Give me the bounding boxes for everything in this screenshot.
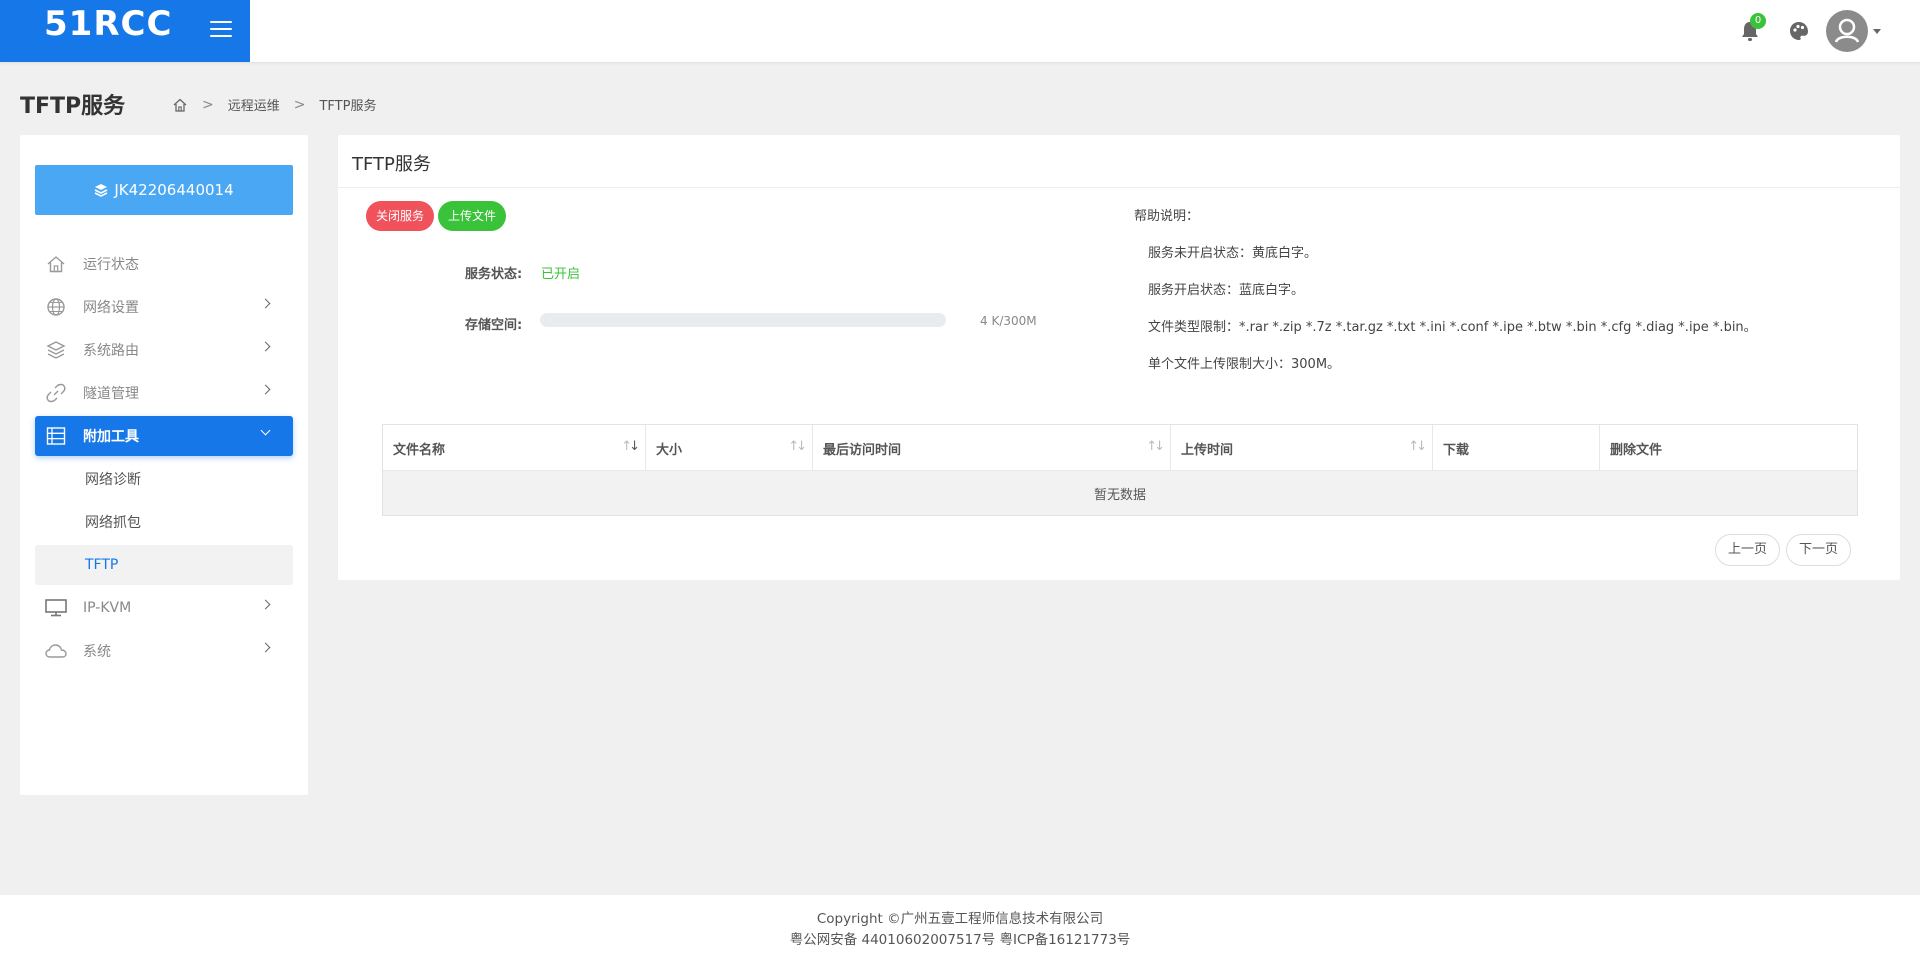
service-status-value: 已开启 (541, 267, 581, 282)
sidebar-item-tunnel-management[interactable]: 隧道管理 (35, 373, 293, 413)
cloud-icon (45, 640, 67, 662)
column-label: 删除文件 (1610, 442, 1663, 458)
help-line: 单个文件上传限制大小：300M。 (1148, 357, 1341, 372)
sidebar-subitem-tftp[interactable]: TFTP (35, 545, 293, 585)
sidebar-subitem-network-diagnosis[interactable]: 网络诊断 (35, 459, 293, 499)
files-table: 文件名称 ↑↓ 大小 ↑↓ 最后访问时间 ↑↓ 上传时间 ↑↓ 下载 删除文件 … (382, 424, 1858, 516)
chevron-down-icon (260, 425, 271, 436)
divider (338, 187, 1900, 188)
sidebar-item-label: IP-KVM (83, 600, 132, 616)
prev-page-button[interactable]: 上一页 (1715, 534, 1781, 566)
breadcrumb-item-remote-ops[interactable]: 远程运维 (228, 95, 280, 114)
footer-copyright: Copyright ©广州五壹工程师信息技术有限公司 (816, 911, 1104, 927)
sidebar-item-label: 运行状态 (83, 257, 139, 273)
sidebar-item-network-settings[interactable]: 网络设置 (35, 287, 293, 327)
breadcrumb: > 远程运维 > TFTP服务 (172, 95, 376, 114)
storage-progress-bar (540, 313, 946, 327)
column-header-delete: 删除文件 (1600, 425, 1857, 471)
palette-icon[interactable] (1788, 20, 1810, 42)
menu-toggle-icon[interactable] (210, 21, 232, 39)
link-icon (45, 382, 67, 404)
storage-label: 存储空间: (465, 318, 523, 333)
sidebar-subitem-packet-capture[interactable]: 网络抓包 (35, 502, 293, 542)
column-header-size[interactable]: 大小 ↑↓ (646, 425, 813, 471)
sort-icon[interactable]: ↑↓ (621, 439, 640, 454)
device-id-button[interactable]: JK42206440014 (35, 165, 293, 215)
sort-icon[interactable]: ↑↓ (1408, 439, 1427, 454)
sidebar-item-run-status[interactable]: 运行状态 (35, 244, 293, 284)
monitor-icon (45, 597, 67, 619)
stack-icon (95, 184, 108, 197)
sidebar-item-system[interactable]: 系统 (35, 631, 293, 671)
chevron-down-icon[interactable] (1873, 29, 1881, 34)
chevron-right-icon (260, 599, 271, 610)
help-line: 文件类型限制：*.rar *.zip *.7z *.tar.gz *.txt *… (1148, 320, 1757, 335)
sidebar-item-label: 网络设置 (83, 300, 139, 316)
table-empty-state: 暂无数据 (383, 471, 1857, 515)
help-section: 帮助说明： 服务未开启状态：黄底白字。 服务开启状态：蓝底白字。 文件类型限制：… (1134, 205, 1757, 390)
page-title: TFTP服务 (20, 94, 126, 119)
next-page-button[interactable]: 下一页 (1786, 534, 1852, 566)
column-label: 上传时间 (1181, 442, 1234, 458)
service-status-label: 服务状态: (465, 267, 523, 282)
breadcrumb-separator: > (202, 96, 214, 113)
footer: Copyright ©广州五壹工程师信息技术有限公司 粤公网安备 4401060… (0, 895, 1920, 969)
sidebar-item-label: 附加工具 (83, 429, 139, 445)
sidebar-item-ip-kvm[interactable]: IP-KVM (35, 588, 293, 628)
chevron-right-icon (260, 341, 271, 352)
chevron-right-icon (260, 298, 271, 309)
upload-file-button[interactable]: 上传文件 (438, 201, 507, 231)
tools-icon (45, 425, 67, 447)
sidebar-item-system-route[interactable]: 系统路由 (35, 330, 293, 370)
card-title: TFTP服务 (352, 154, 431, 175)
logo-area: 51RCC (0, 0, 250, 62)
top-bar: 51RCC 0 (0, 0, 1920, 62)
column-label: 文件名称 (393, 442, 446, 458)
help-line: 服务未开启状态：黄底白字。 (1148, 246, 1318, 261)
help-line: 服务开启状态：蓝底白字。 (1148, 283, 1305, 298)
sidebar-item-label: 系统路由 (83, 343, 139, 359)
breadcrumb-separator: > (293, 96, 306, 113)
column-label: 大小 (656, 442, 683, 458)
chevron-right-icon (260, 384, 271, 395)
bell-icon[interactable]: 0 (1740, 13, 1766, 42)
column-header-file-name[interactable]: 文件名称 ↑↓ (383, 425, 646, 471)
globe-icon (45, 296, 67, 318)
logo[interactable]: 51RCC (44, 4, 172, 44)
column-label: 下载 (1443, 442, 1470, 458)
sort-icon[interactable]: ↑↓ (1146, 439, 1165, 454)
close-service-button[interactable]: 关闭服务 (366, 201, 435, 231)
sort-icon[interactable]: ↑↓ (788, 439, 807, 454)
sidebar-item-label: 系统 (83, 644, 111, 660)
table-header: 文件名称 ↑↓ 大小 ↑↓ 最后访问时间 ↑↓ 上传时间 ↑↓ 下载 删除文件 (383, 425, 1857, 471)
footer-icp[interactable]: 粤公网安备 44010602007517号 粤ICP备16121773号 (0, 930, 1920, 951)
sidebar: JK42206440014 运行状态 网络设置 系统路由 隧道管理 附加工具 网… (20, 135, 308, 795)
device-id-label: JK42206440014 (114, 181, 234, 199)
avatar[interactable] (1826, 10, 1868, 52)
column-header-upload-time[interactable]: 上传时间 ↑↓ (1171, 425, 1433, 471)
sidebar-item-label: 隧道管理 (83, 386, 139, 402)
column-header-last-access[interactable]: 最后访问时间 ↑↓ (813, 425, 1171, 471)
storage-value: 4 K/300M (980, 314, 1037, 328)
breadcrumb-item-current: TFTP服务 (319, 99, 377, 114)
home-icon (45, 253, 67, 275)
column-label: 最后访问时间 (823, 442, 902, 458)
sidebar-item-extra-tools[interactable]: 附加工具 (35, 416, 293, 456)
help-title: 帮助说明： (1134, 209, 1200, 224)
sidebar-menu: 运行状态 网络设置 系统路由 隧道管理 附加工具 网络诊断 网络抓包 TFTP … (35, 244, 293, 674)
layers-icon (45, 339, 67, 361)
notification-badge: 0 (1750, 13, 1766, 29)
column-header-download: 下载 (1433, 425, 1600, 471)
chevron-right-icon (260, 642, 271, 653)
home-icon[interactable] (172, 97, 188, 113)
tftp-card: TFTP服务 关闭服务 上传文件 服务状态: 已开启 存储空间: 4 K/300… (338, 135, 1900, 580)
